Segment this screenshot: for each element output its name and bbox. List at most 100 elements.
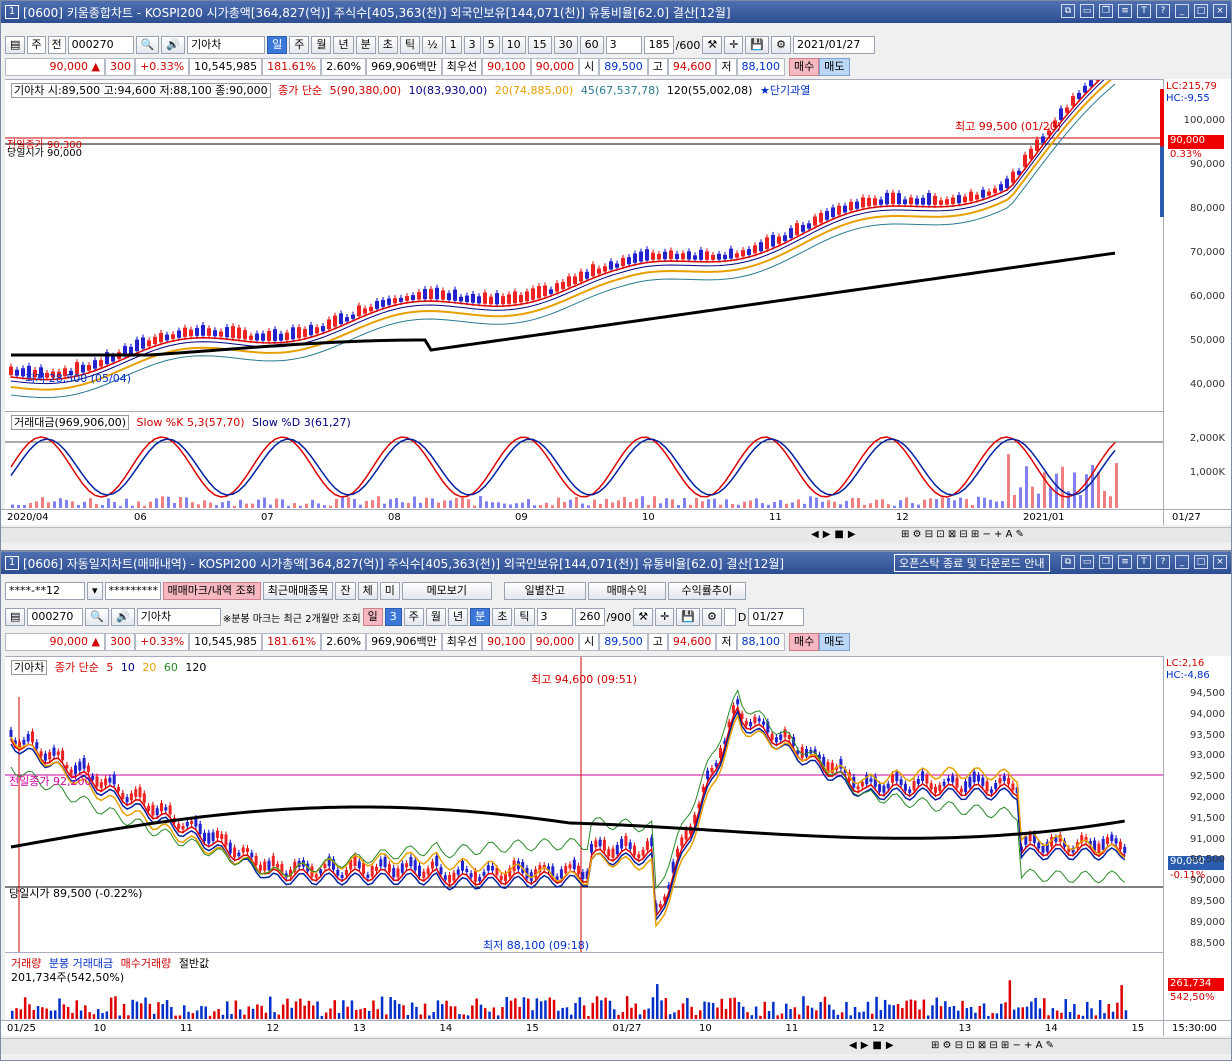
- font-icon[interactable]: T: [1137, 4, 1151, 18]
- zoom-icons-2[interactable]: ⊞ ⚙ ⊟ ⊡ ⊠ ⊟ ⊞ − + A ✎: [931, 1040, 1054, 1051]
- menu-icon[interactable]: ≡: [1118, 4, 1132, 18]
- period-second[interactable]: 초: [377, 36, 398, 54]
- period-second-2[interactable]: 초: [492, 608, 513, 626]
- interval-3[interactable]: 3: [463, 36, 481, 54]
- copy-icon-2[interactable]: ❐: [1099, 555, 1113, 569]
- minimize-icon-2[interactable]: _: [1175, 555, 1189, 569]
- bottom-scrollbar[interactable]: ◀▶■▶ ⊞ ⚙ ⊟ ⊡ ⊠ ⊟ ⊞ − + A ✎: [1, 1038, 1231, 1054]
- chart-settings-icon[interactable]: ▤: [5, 36, 26, 54]
- count-input[interactable]: 185: [643, 36, 674, 54]
- interval-30[interactable]: 30: [553, 36, 578, 54]
- play-controls[interactable]: ◀▶■▶: [811, 529, 860, 540]
- link-icon-2[interactable]: ⧉: [1061, 555, 1075, 569]
- balance-button[interactable]: 잔: [335, 582, 356, 600]
- amount-bar: [167, 496, 170, 508]
- trade-profit-button[interactable]: 매매수익: [587, 582, 666, 600]
- period-year-2[interactable]: 년: [448, 608, 469, 626]
- account-dropdown-icon[interactable]: ▾: [87, 582, 103, 600]
- period-num-2[interactable]: 3: [384, 608, 402, 626]
- daily-balance-button[interactable]: 일별잔고: [503, 582, 586, 600]
- period-tick[interactable]: 틱: [399, 36, 420, 54]
- gear-icon[interactable]: ⚙: [771, 36, 791, 54]
- candle-body: [141, 337, 145, 349]
- buy-button[interactable]: 매수: [789, 58, 820, 76]
- top-indicator-chart[interactable]: 거래대금(969,906,00) Slow %K 5,3(57,70) Slow…: [5, 411, 1165, 509]
- count-input-2[interactable]: 260: [574, 608, 605, 626]
- interval-select[interactable]: 3: [605, 36, 642, 54]
- search-icon[interactable]: 🔍: [135, 36, 160, 54]
- period-month[interactable]: 월: [311, 36, 332, 54]
- tools-icon[interactable]: ⚒: [702, 36, 723, 54]
- crosshair-icon[interactable]: ✛: [724, 36, 744, 54]
- period-day-2[interactable]: 일: [362, 608, 383, 626]
- period-month-2[interactable]: 월: [425, 608, 447, 626]
- gear-icon-2[interactable]: ⚙: [702, 608, 722, 626]
- crosshair-icon-2[interactable]: ✛: [655, 608, 675, 626]
- minimize-icon[interactable]: _: [1175, 4, 1189, 18]
- period-tick-2[interactable]: 틱: [514, 608, 535, 626]
- copy-icon[interactable]: ❐: [1099, 4, 1113, 18]
- period-day[interactable]: 일: [267, 36, 288, 54]
- date-input-2[interactable]: 01/27: [748, 608, 805, 626]
- top-scrollbar[interactable]: ◀▶■▶ ⊞ ⚙ ⊟ ⊡ ⊠ ⊟ ⊞ − + A ✎: [1, 527, 1231, 543]
- memo-button[interactable]: 메모보기: [401, 582, 492, 600]
- return-trend-button[interactable]: 수익률추이: [667, 582, 746, 600]
- sell-button-2[interactable]: 매도: [819, 633, 850, 651]
- font-icon-2[interactable]: T: [1137, 555, 1151, 569]
- candle-body-2: [387, 864, 391, 873]
- interval-10[interactable]: 10: [501, 36, 526, 54]
- mode-select-2[interactable]: 전: [47, 36, 66, 54]
- link-icon[interactable]: ⧉: [1061, 4, 1075, 18]
- period-year[interactable]: 년: [333, 36, 354, 54]
- code-input[interactable]: 000270: [67, 36, 134, 54]
- interval-5[interactable]: 5: [482, 36, 500, 54]
- half-button[interactable]: ½: [421, 36, 443, 54]
- date-input[interactable]: 2021/01/27: [792, 36, 875, 54]
- executed-button[interactable]: 체: [357, 582, 378, 600]
- save-icon[interactable]: 💾: [745, 36, 770, 54]
- interval-select-2[interactable]: 3: [536, 608, 573, 626]
- mode-select[interactable]: 주: [27, 36, 46, 54]
- d-checkbox[interactable]: [723, 608, 736, 626]
- restore-icon-2[interactable]: ▭: [1080, 555, 1094, 569]
- interval-60[interactable]: 60: [579, 36, 604, 54]
- bottom-volume-chart[interactable]: 거래량 분봉 거래대금 매수거래량 절반값 201,734주(542,50%): [5, 952, 1165, 1020]
- volume-bar: [832, 1009, 835, 1019]
- maximize-icon-2[interactable]: □: [1194, 555, 1208, 569]
- speaker-icon-2[interactable]: 🔊: [111, 608, 135, 626]
- volume-bar: [582, 1005, 586, 1019]
- help-icon[interactable]: ?: [1156, 4, 1170, 18]
- maximize-icon[interactable]: □: [1194, 4, 1208, 18]
- close-icon[interactable]: ×: [1213, 4, 1227, 18]
- recent-trades-button[interactable]: 최근매매종목: [262, 582, 334, 600]
- top-price-chart[interactable]: 기아차 시:89,500 고:94,600 저:88,100 종:90,000 …: [5, 79, 1165, 411]
- save-icon-2[interactable]: 💾: [676, 608, 701, 626]
- chart-settings-icon-2[interactable]: ▤: [5, 608, 26, 626]
- account-select[interactable]: ****-**12: [5, 582, 85, 600]
- code-input-2[interactable]: 000270: [27, 608, 84, 626]
- unexecuted-button[interactable]: 미: [379, 582, 400, 600]
- interval-15[interactable]: 15: [527, 36, 552, 54]
- help-icon-2[interactable]: ?: [1156, 555, 1170, 569]
- restore-icon[interactable]: ▭: [1080, 4, 1094, 18]
- zoom-icons[interactable]: ⊞ ⚙ ⊟ ⊡ ⊠ ⊟ ⊞ − + A ✎: [901, 529, 1024, 540]
- period-minute-2[interactable]: 분: [470, 608, 491, 626]
- play-controls-2[interactable]: ◀▶■▶: [849, 1040, 898, 1051]
- period-week-2[interactable]: 주: [403, 608, 424, 626]
- bottom-price-chart[interactable]: 기아차 종가 단순 5 10 20 60 120 최고 94,600 (09:5…: [5, 656, 1165, 953]
- speaker-icon[interactable]: 🔊: [161, 36, 186, 54]
- volume-bar: [961, 1000, 964, 1019]
- sell-button[interactable]: 매도: [819, 58, 850, 76]
- interval-1[interactable]: 1: [444, 36, 462, 54]
- notice-button[interactable]: 오픈스탁 종료 및 다운로드 안내: [894, 554, 1050, 572]
- close-icon-2[interactable]: ×: [1213, 555, 1227, 569]
- menu-icon-2[interactable]: ≡: [1118, 555, 1132, 569]
- buy-button-2[interactable]: 매수: [789, 633, 820, 651]
- tools-icon-2[interactable]: ⚒: [633, 608, 654, 626]
- search-icon-2[interactable]: 🔍: [85, 608, 110, 626]
- period-week[interactable]: 주: [289, 36, 310, 54]
- password-input[interactable]: *********: [104, 582, 161, 600]
- mark-query-button[interactable]: 매매마크/내역 조회: [162, 582, 261, 600]
- period-minute[interactable]: 분: [355, 36, 376, 54]
- amount-bar: [1085, 474, 1088, 508]
